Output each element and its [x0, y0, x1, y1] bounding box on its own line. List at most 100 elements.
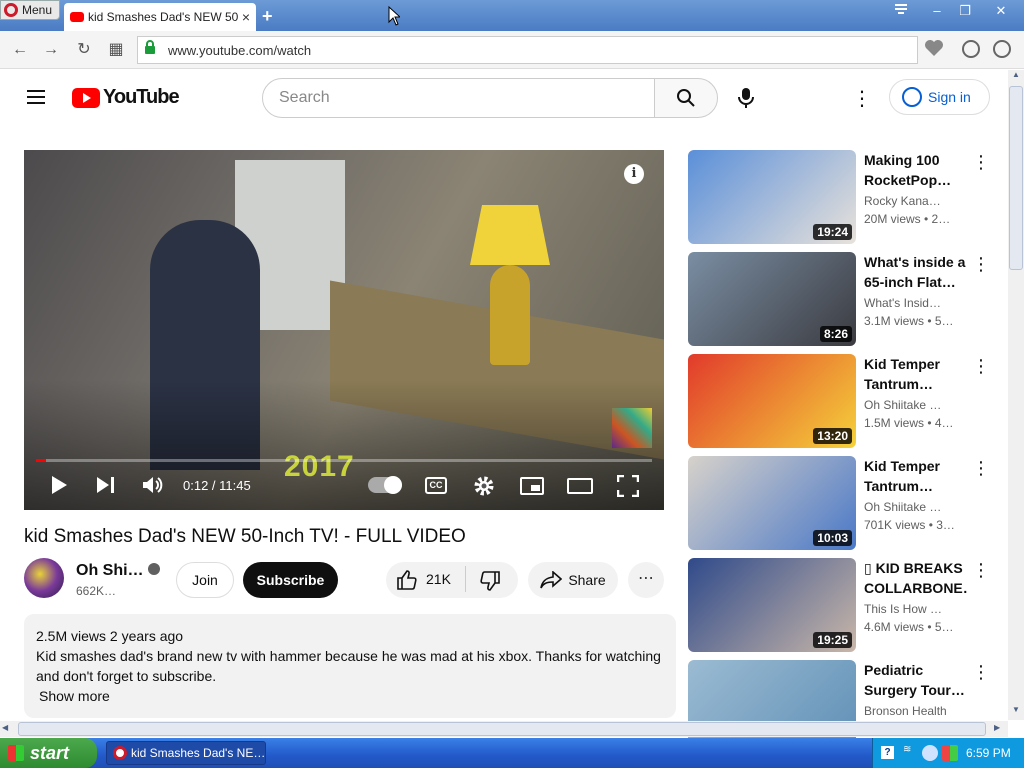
horizontal-scroll-thumb[interactable]	[18, 722, 986, 736]
recommendation-channel[interactable]: Oh Shiitake …	[864, 398, 962, 412]
recommendation-card[interactable]: 13:20 Kid Temper Tantrum… Oh Shiitake … 1.5…	[688, 354, 990, 448]
like-button[interactable]	[396, 569, 418, 596]
recommendation-title[interactable]: Kid Temper Tantrum…	[864, 456, 968, 496]
channel-avatar[interactable]	[24, 558, 64, 598]
new-tab-button[interactable]: +	[262, 6, 273, 27]
start-button[interactable]: start	[0, 738, 97, 768]
autoplay-toggle[interactable]	[368, 476, 402, 494]
recommendation-card[interactable]: 8:26 What's inside a 65-inch Flat… What's …	[688, 252, 990, 346]
tab-close-icon[interactable]: ×	[242, 9, 250, 25]
thumbs-up-icon	[397, 570, 417, 590]
microphone-icon[interactable]	[736, 87, 756, 109]
join-button[interactable]: Join	[176, 562, 234, 598]
more-actions-button[interactable]: ⋯	[628, 562, 664, 598]
captions-icon[interactable]: CC	[425, 477, 447, 494]
share-button[interactable]: Share	[528, 562, 618, 598]
recommendation-thumbnail[interactable]: 10:03	[688, 456, 856, 550]
volume-icon[interactable]	[142, 476, 164, 499]
search-input[interactable]: Search	[262, 78, 655, 118]
fullscreen-icon[interactable]	[616, 474, 640, 502]
recommendation-title[interactable]: What's inside a 65-inch Flat…	[864, 252, 968, 292]
windows-flag-icon	[8, 745, 24, 761]
vertical-scroll-thumb[interactable]	[1009, 86, 1023, 270]
show-more-link[interactable]: Show more	[39, 686, 664, 706]
recommendation-title[interactable]: Making 100 RocketPop…	[864, 150, 968, 190]
theater-mode-icon[interactable]	[567, 478, 593, 494]
recommendation-menu-icon[interactable]: ⋮	[972, 458, 990, 479]
video-frame-lamp-base	[490, 265, 530, 365]
tab-list-icon[interactable]	[890, 2, 912, 20]
recommendation-title[interactable]: ▯ KID BREAKS COLLARBONE…	[864, 558, 968, 598]
settings-kebab-icon[interactable]: ⋮	[852, 86, 872, 111]
address-bar[interactable]: www.youtube.com/watch	[137, 36, 918, 64]
sign-in-button[interactable]: Sign in	[889, 79, 990, 115]
channel-watermark[interactable]	[612, 408, 652, 448]
recommendation-menu-icon[interactable]: ⋮	[972, 152, 990, 173]
next-icon[interactable]	[96, 476, 116, 499]
subscribe-button[interactable]: Subscribe	[243, 562, 338, 598]
recommendation-menu-icon[interactable]: ⋮	[972, 356, 990, 377]
dislike-button[interactable]	[479, 570, 501, 597]
forward-icon[interactable]: →	[41, 40, 61, 60]
recommendation-title[interactable]: Pediatric Surgery Tour…	[864, 660, 968, 700]
scroll-down-arrow-icon[interactable]: ▼	[1009, 705, 1023, 719]
reload-icon[interactable]: ↻	[74, 40, 94, 60]
recommendation-menu-icon[interactable]: ⋮	[972, 254, 990, 275]
description-text: Kid smashes dad's brand new tv with hamm…	[36, 648, 661, 684]
taskbar-opera-window[interactable]: kid Smashes Dad's NE…	[106, 741, 266, 765]
recommendation-card[interactable]: 19:25 ▯ KID BREAKS COLLARBONE… This Is How…	[688, 558, 990, 652]
close-window-button[interactable]: ✕	[990, 2, 1012, 20]
channel-name-link[interactable]: Oh Shi…	[76, 562, 161, 580]
tray-windows-icon[interactable]	[942, 745, 958, 761]
miniplayer-icon[interactable]	[520, 477, 544, 495]
browser-tab-active[interactable]: kid Smashes Dad's NEW 50-Inch TV! - FULL…	[64, 3, 256, 31]
share-label: Share	[568, 572, 606, 588]
video-duration-badge: 13:20	[813, 428, 852, 444]
help-icon[interactable]: ?	[881, 746, 894, 759]
search-button[interactable]	[654, 78, 718, 118]
settings-gear-icon[interactable]	[473, 475, 495, 502]
scroll-right-arrow-icon[interactable]: ▶	[994, 723, 1000, 732]
recommendation-thumbnail[interactable]: 19:24	[688, 150, 856, 244]
progress-bar[interactable]	[36, 459, 652, 462]
account-icon[interactable]	[993, 40, 1011, 58]
scroll-up-arrow-icon[interactable]: ▲	[1009, 70, 1023, 84]
play-icon[interactable]	[50, 475, 68, 500]
opera-logo-icon	[4, 3, 18, 17]
recommendation-channel[interactable]: What's Insid…	[864, 296, 962, 310]
scroll-left-arrow-icon[interactable]: ◀	[2, 723, 8, 732]
hamburger-menu-icon[interactable]	[27, 90, 45, 104]
recommendation-thumbnail[interactable]: 8:26	[688, 252, 856, 346]
maximize-button[interactable]: ❐	[954, 2, 976, 20]
recommendation-thumbnail[interactable]: 19:25	[688, 558, 856, 652]
recommendation-channel[interactable]: This Is How …	[864, 602, 962, 616]
description-box[interactable]: 2.5M views 2 years ago Kid smashes dad's…	[24, 614, 676, 718]
network-icon[interactable]: ≋	[903, 744, 915, 760]
download-icon[interactable]	[962, 40, 980, 58]
recommendation-thumbnail[interactable]: 13:20	[688, 354, 856, 448]
recommendation-channel[interactable]: Bronson Health	[864, 704, 962, 718]
youtube-logo-text[interactable]: YouTube	[103, 86, 180, 109]
lock-icon	[144, 40, 156, 54]
recommendation-views: 3.1M views • 5…	[864, 314, 954, 328]
speed-dial-icon[interactable]: ▦	[106, 40, 126, 60]
tray-arrow-icon[interactable]	[922, 745, 938, 761]
youtube-logo-icon[interactable]	[72, 88, 100, 108]
menu-label: Menu	[22, 3, 53, 17]
recommendation-title[interactable]: Kid Temper Tantrum…	[864, 354, 968, 394]
recommendation-views: 701K views • 3…	[864, 518, 955, 532]
recommendation-card[interactable]: 10:03 Kid Temper Tantrum… Oh Shiitake … 701…	[688, 456, 990, 550]
recommendation-channel[interactable]: Oh Shiitake …	[864, 500, 962, 514]
back-icon[interactable]: ←	[10, 40, 30, 60]
like-divider	[465, 566, 466, 592]
video-duration-badge: 19:24	[813, 224, 852, 240]
recommendation-channel[interactable]: Rocky Kana…	[864, 194, 962, 208]
opera-menu-button[interactable]: Menu	[0, 0, 60, 20]
bookmark-heart-icon[interactable]	[924, 39, 944, 59]
minimize-button[interactable]: –	[926, 2, 948, 20]
recommendation-card[interactable]: 19:24 Making 100 RocketPop… Rocky Kana… 20M…	[688, 150, 990, 244]
recommendation-menu-icon[interactable]: ⋮	[972, 560, 990, 581]
recommendation-menu-icon[interactable]: ⋮	[972, 662, 990, 683]
youtube-favicon-icon	[70, 12, 84, 22]
info-icon[interactable]: i	[624, 164, 644, 184]
